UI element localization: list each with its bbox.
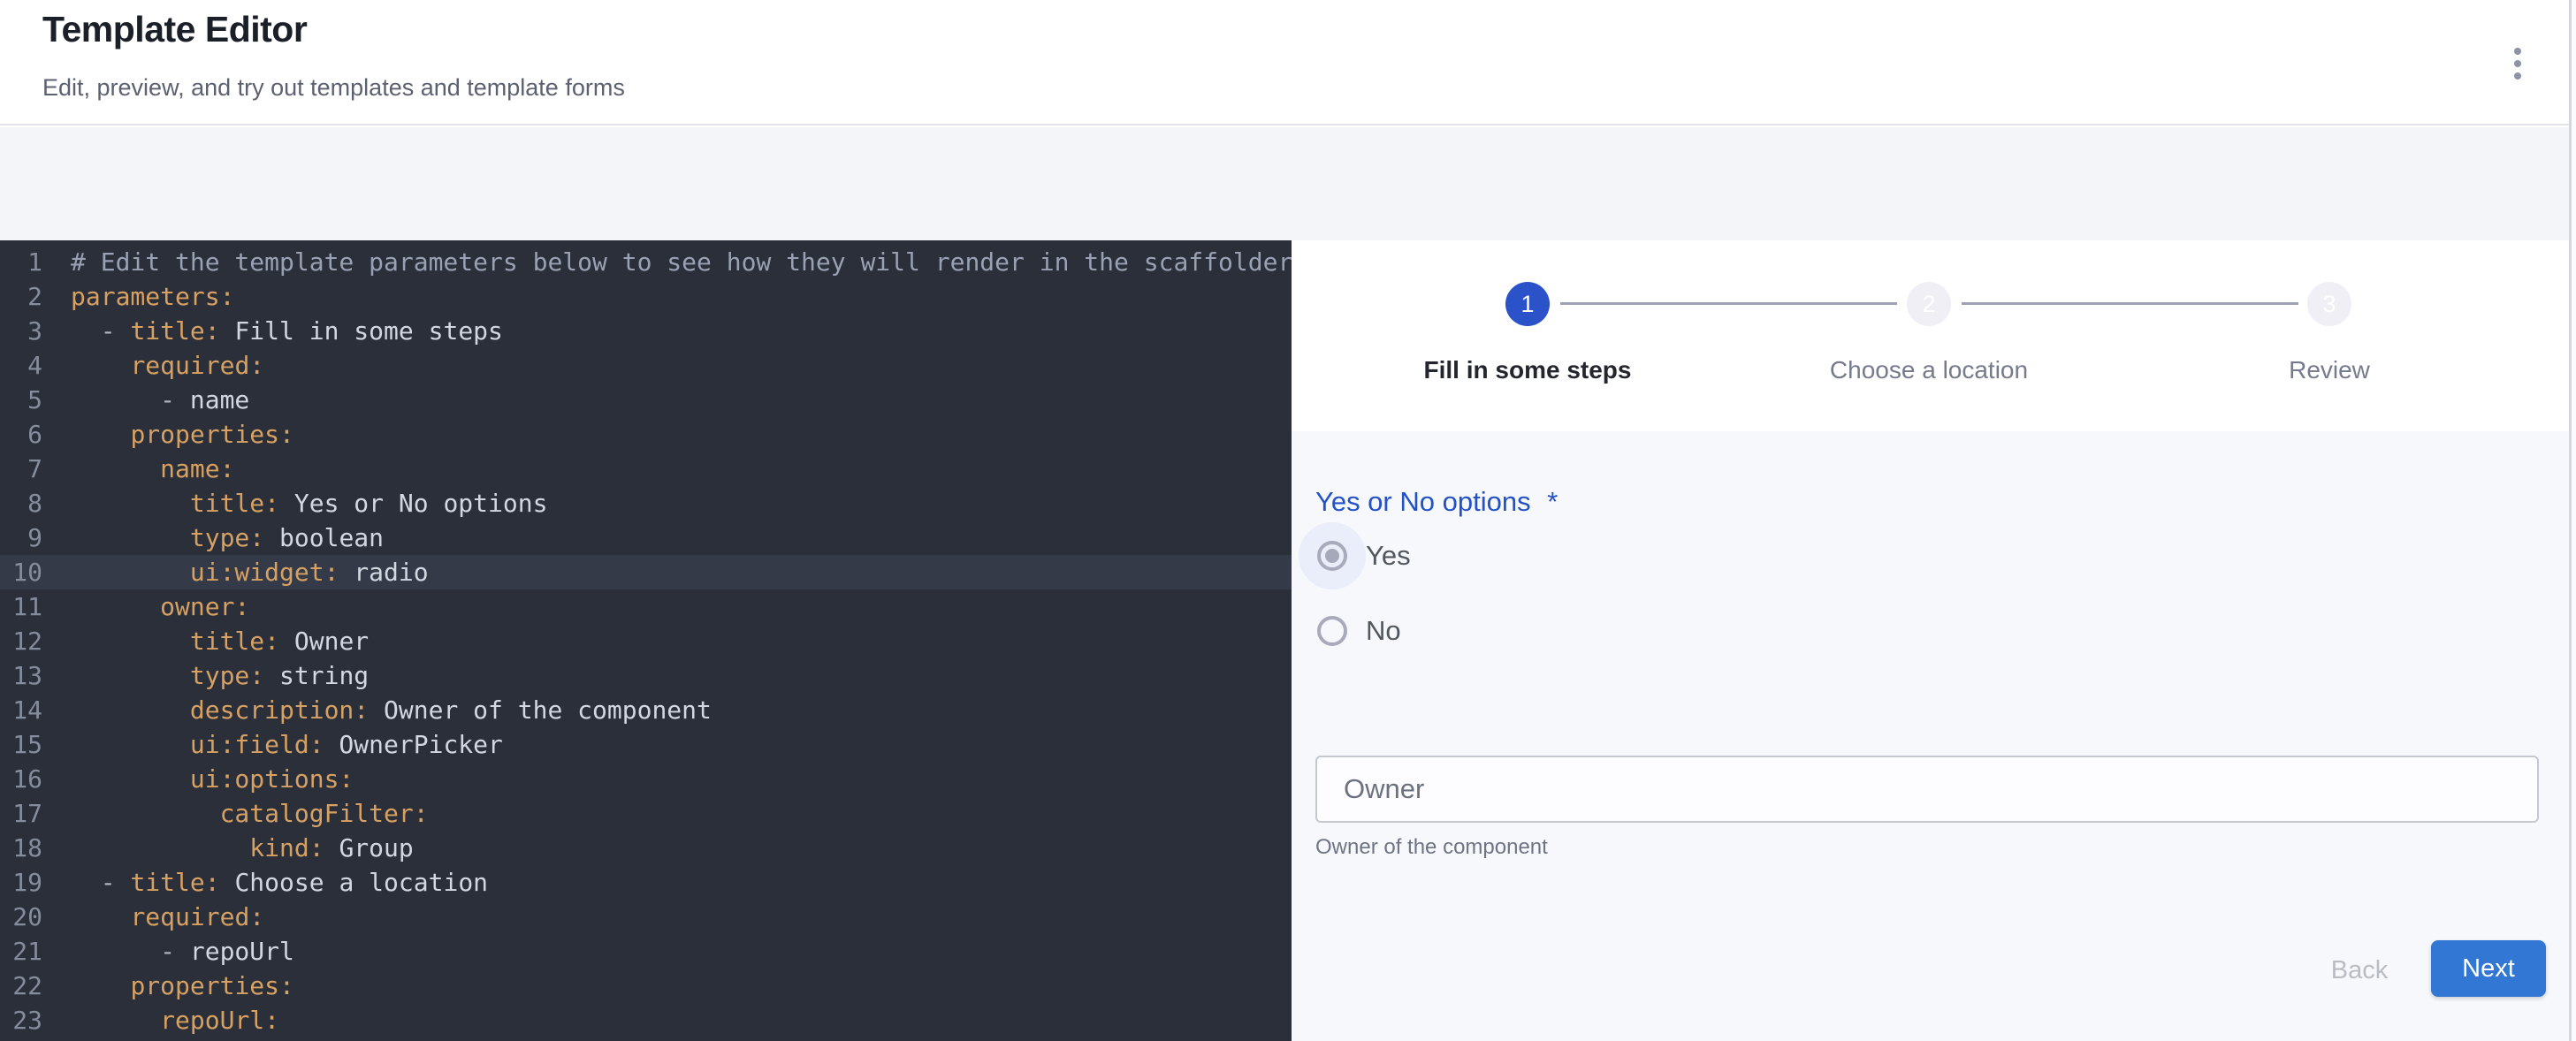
next-button[interactable]: Next (2431, 940, 2546, 997)
owner-field-label: Owner (1344, 757, 1424, 821)
step-number: 3 (2322, 291, 2336, 318)
line-number: 13 (0, 658, 42, 693)
line-number: 22 (0, 969, 42, 1003)
step-label-choose-a-location: Choose a location (1830, 356, 2028, 384)
radio-option-no[interactable]: No (1299, 597, 1652, 665)
line-number: 12 (0, 624, 42, 658)
code-line: 19 - title: Choose a location (0, 865, 1292, 900)
step-label-fill-in-some-steps: Fill in some steps (1424, 356, 1632, 384)
code-line: 5 - name (0, 383, 1292, 417)
code-line: 11 owner: (0, 589, 1292, 624)
stepper: 1 2 3 Fill in some steps Choose a locati… (1292, 240, 2576, 431)
line-number: 17 (0, 796, 42, 831)
line-number: 4 (0, 348, 42, 383)
code-line: 16 ui:options: (0, 762, 1292, 796)
code-line: 23 repoUrl: (0, 1003, 1292, 1037)
line-number: 23 (0, 1003, 42, 1037)
code-line: 2parameters: (0, 279, 1292, 314)
code-line: 17 catalogFilter: (0, 796, 1292, 831)
radio-group-label: Yes or No options * (1315, 486, 1558, 518)
code-line: 22 properties: (0, 969, 1292, 1003)
code-line: 12 title: Owner (0, 624, 1292, 658)
code-editor[interactable]: 1# Edit the template parameters below to… (0, 240, 1292, 1041)
back-button[interactable]: Back (2306, 944, 2412, 997)
line-number: 14 (0, 693, 42, 727)
step-number: 2 (1922, 291, 1935, 318)
template-form-preview: 1 2 3 Fill in some steps Choose a locati… (1292, 240, 2576, 1041)
line-number: 15 (0, 727, 42, 762)
line-number: 5 (0, 383, 42, 417)
line-number: 3 (0, 314, 42, 348)
code-line: 13 type: string (0, 658, 1292, 693)
step-circle-2: 2 (1907, 282, 1951, 326)
radio-button-icon (1317, 616, 1347, 646)
line-number: 16 (0, 762, 42, 796)
page-title: Template Editor (42, 9, 307, 50)
panel-right-border (2569, 0, 2572, 1041)
line-number: 11 (0, 589, 42, 624)
code-line: 3 - title: Fill in some steps (0, 314, 1292, 348)
code-line: 18 kind: Group (0, 831, 1292, 865)
code-line: 10 ui:widget: radio (0, 555, 1292, 589)
line-number: 8 (0, 486, 42, 520)
owner-field-helper-text: Owner of the component (1315, 835, 1548, 860)
right-gutter (2572, 0, 2576, 1041)
form-step-content: Yes or No options * Yes No Owner Owner o… (1292, 431, 2576, 1041)
line-number: 1 (0, 245, 42, 279)
code-line: 4 required: (0, 348, 1292, 383)
line-number: 19 (0, 865, 42, 900)
line-number: 10 (0, 555, 42, 589)
radio-selected-dot (1325, 549, 1339, 563)
code-line: 9 type: boolean (0, 520, 1292, 555)
step-connector (1962, 302, 2298, 305)
required-marker: * (1547, 486, 1558, 517)
line-number: 20 (0, 900, 42, 934)
code-line: 21 - repoUrl (0, 934, 1292, 969)
radio-group-label-text: Yes or No options (1315, 486, 1531, 517)
step-circle-3: 3 (2307, 282, 2351, 326)
code-line: 1# Edit the template parameters below to… (0, 245, 1292, 279)
radio-option-yes[interactable]: Yes (1299, 522, 1652, 589)
step-label-review: Review (2289, 356, 2370, 384)
line-number: 18 (0, 831, 42, 865)
page-subtitle: Edit, preview, and try out templates and… (42, 74, 625, 102)
code-line: 14 description: Owner of the component (0, 693, 1292, 727)
owner-field[interactable]: Owner (1315, 756, 2539, 823)
radio-option-label: Yes (1366, 522, 1411, 589)
step-circle-1: 1 (1505, 282, 1550, 326)
template-loader-bar: Load Existing Template (0, 127, 2576, 240)
code-line: 8 title: Yes or No options (0, 486, 1292, 520)
line-number: 2 (0, 279, 42, 314)
code-line: 7 name: (0, 452, 1292, 486)
line-number: 9 (0, 520, 42, 555)
radio-option-label: No (1366, 597, 1401, 665)
code-line: 15 ui:field: OwnerPicker (0, 727, 1292, 762)
step-number: 1 (1520, 291, 1534, 318)
kebab-menu-icon[interactable] (2500, 39, 2535, 88)
page-header: Template Editor Edit, preview, and try o… (0, 0, 2576, 125)
code-line: 6 properties: (0, 417, 1292, 452)
line-number: 21 (0, 934, 42, 969)
template-editor-page: Template Editor Edit, preview, and try o… (0, 0, 2576, 1041)
line-number: 6 (0, 417, 42, 452)
line-number: 7 (0, 452, 42, 486)
code-line: 20 required: (0, 900, 1292, 934)
step-connector (1560, 302, 1897, 305)
